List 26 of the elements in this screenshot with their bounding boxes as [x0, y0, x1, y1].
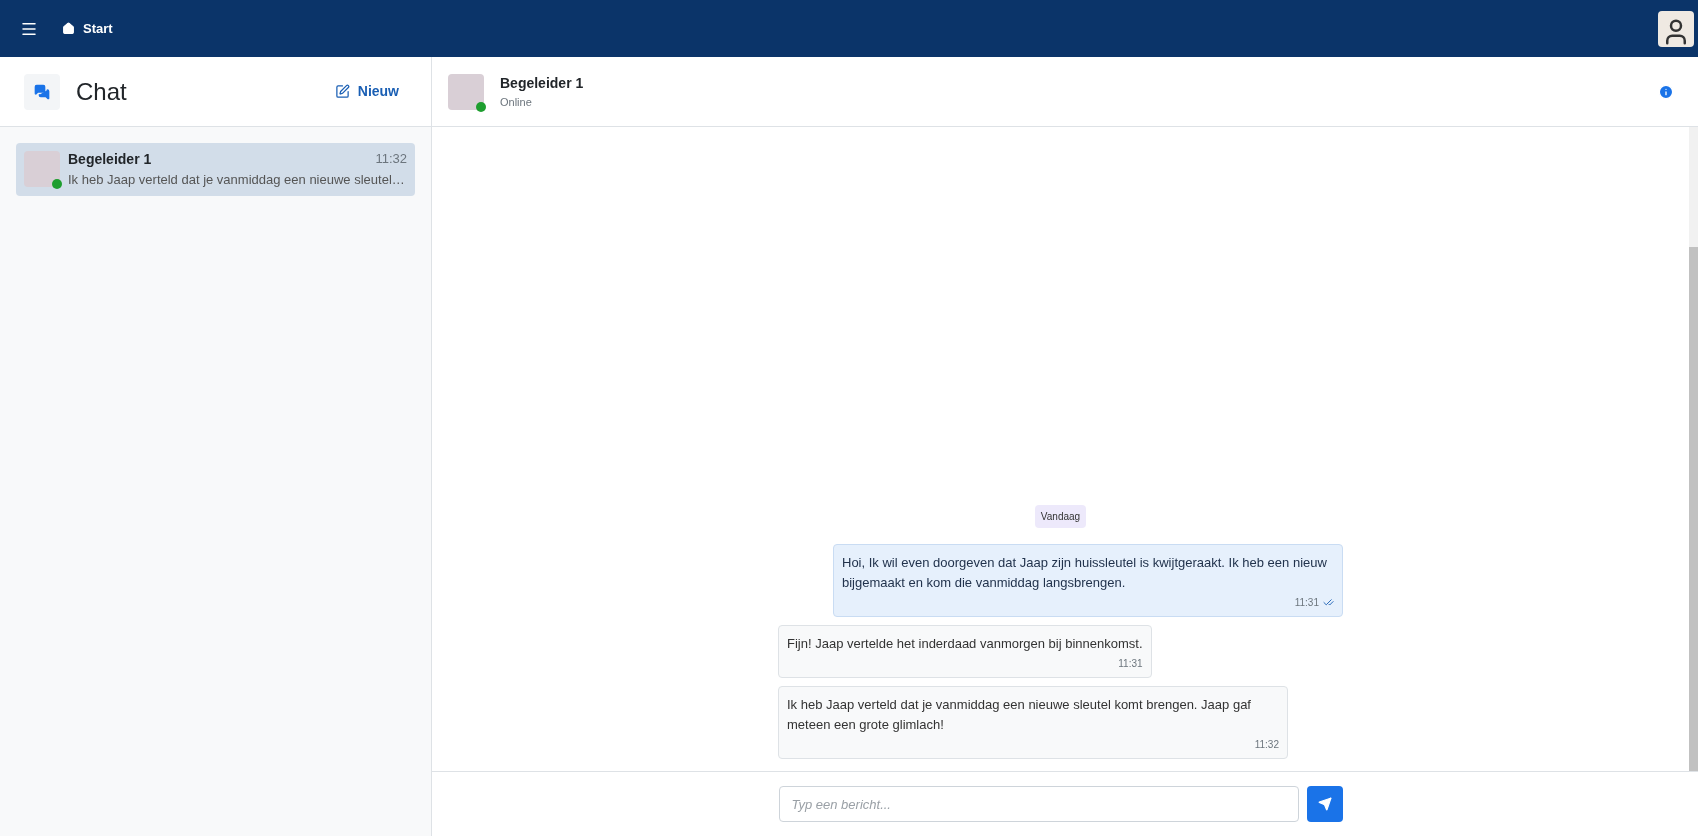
photo-placeholder	[448, 73, 484, 110]
home-link[interactable]: Start	[62, 18, 113, 39]
send-icon	[1317, 797, 1332, 811]
photo-placeholder	[24, 151, 60, 188]
message-time: 11:32	[1254, 738, 1279, 752]
home-icon	[62, 22, 75, 35]
info-icon[interactable]	[1658, 83, 1674, 100]
sidebar-title: Chat	[76, 76, 128, 107]
user-avatar-icon[interactable]	[1658, 10, 1694, 47]
date-separator: Vandaag	[1034, 505, 1087, 528]
contact-status: Online	[500, 94, 533, 110]
message-preview: Ik heb Jaap verteld dat je vanmiddag een nieuwe sleutel…	[68, 171, 406, 189]
contact-name: Begeleider 1	[500, 73, 585, 93]
conversation-item[interactable]: Begeleider 1 11:32 Ik heb Jaap verteld dat je vanmiddag een nieuwe sleutel…	[16, 143, 415, 196]
edit-icon	[334, 84, 350, 99]
message-text: Fijn! Jaap vertelde het inderdaad vanmorgen bij binnenkomst.	[787, 635, 1143, 653]
message-time: 11:31	[1294, 596, 1319, 610]
message-text: Hoi, Ik wil even doorgeven dat Jaap zijn huissleutel is kwijtgeraakt. Ik heb een nieuw bijgemaakt en kom die vanmiddag langsbrengen.	[842, 554, 1328, 592]
new-chat-button[interactable]: Nieuw	[326, 77, 407, 106]
message-time: 11:31	[1118, 657, 1143, 671]
contact-name: Begeleider 1	[68, 150, 152, 169]
message-time: 11:32	[375, 150, 407, 168]
send-button[interactable]	[1306, 786, 1343, 822]
chat-bubbles-icon	[24, 73, 60, 110]
message-input[interactable]: Typ een bericht...	[778, 786, 1299, 822]
message-text: Ik heb Jaap verteld dat je vanmiddag een nieuwe sleutel komt brengen. Jaap gaf meteen een grote glimlach!	[787, 696, 1252, 734]
